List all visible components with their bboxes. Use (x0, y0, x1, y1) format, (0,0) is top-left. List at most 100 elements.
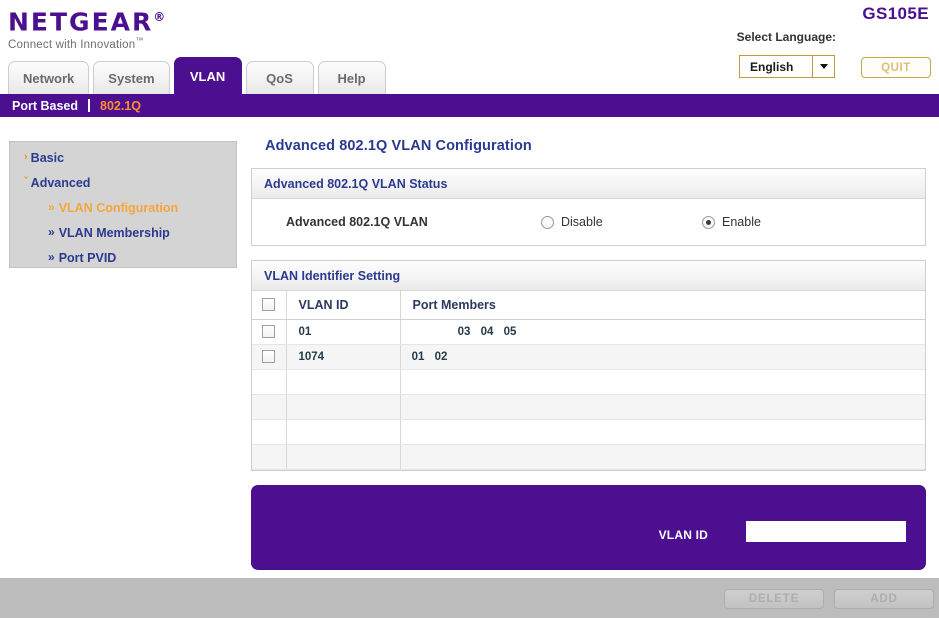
page-header: NETGEAR® Connect with Innovation™ GS105E… (0, 0, 939, 78)
sidebar-item-vlan-configuration-label: VLAN Configuration (58, 201, 179, 215)
sidebar-item-advanced[interactable]: ˇ Advanced (24, 176, 90, 190)
vlan-id-input[interactable] (746, 520, 906, 542)
cell-vlan-id (286, 369, 401, 395)
port-member-slot: 02 (434, 350, 448, 363)
action-footer: DELETE ADD (0, 578, 939, 618)
subnav-item-802-1q[interactable]: 802.1Q (100, 99, 141, 113)
tab-network[interactable]: Network (8, 61, 90, 94)
select-all-header (252, 291, 287, 320)
cell-port-members (400, 369, 925, 395)
vlan-status-row: Advanced 802.1Q VLAN Disable Enable (252, 199, 925, 245)
sidebar-item-basic[interactable]: › Basic (24, 151, 64, 165)
table-row: 01 03 04 05 (252, 319, 925, 345)
add-button[interactable]: ADD (834, 589, 934, 609)
select-all-checkbox[interactable] (262, 298, 276, 312)
double-arrow-icon: » (48, 250, 55, 264)
sidebar-item-vlan-configuration[interactable]: » VLAN Configuration (48, 200, 179, 216)
radio-enable[interactable]: Enable (702, 215, 761, 229)
sidebar-item-port-pvid-label: Port PVID (58, 251, 117, 265)
cell-port-members (400, 444, 925, 470)
main-tab-bar: Network System VLAN QoS Help (8, 57, 386, 94)
radio-enable-indicator (702, 215, 715, 229)
page-title: Advanced 802.1Q VLAN Configuration (265, 138, 532, 154)
vlan-status-panel-heading: Advanced 802.1Q VLAN Status (252, 169, 925, 199)
tab-system[interactable]: System (93, 61, 170, 94)
sidebar: › Basic ˇ Advanced » VLAN Configuration … (9, 141, 237, 268)
double-arrow-icon: » (48, 225, 55, 239)
table-row (252, 369, 925, 395)
netgear-logo: NETGEAR® Connect with Innovation™ (8, 4, 165, 51)
cell-vlan-id-value: 01 (298, 325, 312, 338)
subnav-item-port-based[interactable]: Port Based (12, 99, 78, 113)
sidebar-item-vlan-membership-label: VLAN Membership (58, 226, 170, 240)
row-select-cell (252, 394, 287, 420)
port-member-slot: 03 (457, 325, 471, 338)
sidebar-item-vlan-membership[interactable]: » VLAN Membership (48, 225, 170, 241)
chevron-down-icon: ˇ (24, 176, 28, 188)
port-member-slot (499, 351, 522, 363)
tab-help[interactable]: Help (317, 61, 386, 94)
row-checkbox[interactable] (262, 350, 276, 363)
table-row (252, 444, 925, 470)
cell-vlan-id (286, 444, 401, 470)
double-arrow-icon: » (48, 200, 55, 214)
port-member-slot (407, 326, 430, 338)
vlan-identifier-table-body: 01 03 04 05 1074 01 02 (252, 319, 925, 470)
chevron-down-icon (812, 56, 834, 77)
cell-port-members: 01 02 (400, 344, 925, 370)
brand-tagline: Connect with Innovation™ (8, 36, 165, 51)
registered-mark-icon: ® (153, 10, 166, 24)
row-select-cell (252, 419, 287, 445)
add-vlan-panel: VLAN ID (251, 484, 926, 570)
port-member-slot: 01 (411, 350, 425, 363)
cell-port-members (400, 419, 925, 445)
port-member-slot: 05 (503, 325, 517, 338)
select-language-label: Select Language: (736, 30, 836, 44)
cell-port-members (400, 394, 925, 420)
brand-name-text: NETGEAR (8, 7, 154, 37)
port-member-slot (453, 351, 476, 363)
vlan-identifier-table: VLAN ID Port Members 01 03 04 05 1074 01 02 (252, 291, 925, 470)
sidebar-item-advanced-label: Advanced (30, 176, 91, 190)
vlan-identifier-panel: VLAN Identifier Setting VLAN ID Port Mem… (251, 260, 926, 471)
device-model: GS105E (862, 4, 929, 23)
row-select-cell (252, 319, 287, 345)
column-header-port-members-label: Port Members (412, 297, 496, 312)
column-header-vlan-id: VLAN ID (286, 291, 401, 320)
table-row (252, 419, 925, 445)
main-content: Advanced 802.1Q VLAN Configuration Advan… (251, 138, 926, 570)
delete-button[interactable]: DELETE (724, 589, 824, 609)
table-row (252, 394, 925, 420)
row-select-cell (252, 344, 287, 370)
tab-qos[interactable]: QoS (245, 61, 314, 94)
language-select[interactable]: English (739, 55, 835, 78)
port-member-slot: 04 (480, 325, 494, 338)
port-member-slot (476, 351, 499, 363)
radio-disable[interactable]: Disable (541, 215, 603, 229)
row-select-cell (252, 444, 287, 470)
vlan-identifier-panel-heading: VLAN Identifier Setting (252, 261, 925, 291)
sidebar-item-basic-label: Basic (30, 151, 65, 165)
tab-vlan[interactable]: VLAN (173, 57, 242, 94)
cell-port-members: 03 04 05 (400, 319, 925, 345)
radio-disable-indicator (541, 215, 554, 229)
port-member-slot (430, 326, 453, 338)
brand-tagline-text: Connect with Innovation (8, 39, 136, 52)
radio-disable-label: Disable (561, 215, 603, 229)
cell-vlan-id: 1074 (286, 344, 401, 370)
cell-vlan-id-value: 1074 (298, 350, 325, 363)
row-checkbox[interactable] (262, 325, 276, 338)
sub-navigation-bar: Port Based 802.1Q (0, 94, 939, 117)
brand-name: NETGEAR® (8, 4, 165, 35)
subnav-divider (88, 99, 90, 112)
row-select-cell (252, 369, 287, 395)
column-header-port-members: Port Members (400, 291, 925, 320)
cell-vlan-id: 01 (286, 319, 401, 345)
vlan-status-row-label: Advanced 802.1Q VLAN (286, 215, 428, 229)
table-header-row: VLAN ID Port Members (252, 291, 925, 320)
sidebar-item-port-pvid[interactable]: » Port PVID (48, 250, 117, 266)
vlan-id-input-label: VLAN ID (658, 527, 708, 542)
language-select-value: English (750, 59, 794, 74)
quit-button[interactable]: QUIT (861, 57, 931, 78)
vlan-status-panel: Advanced 802.1Q VLAN Status Advanced 802… (251, 168, 926, 246)
